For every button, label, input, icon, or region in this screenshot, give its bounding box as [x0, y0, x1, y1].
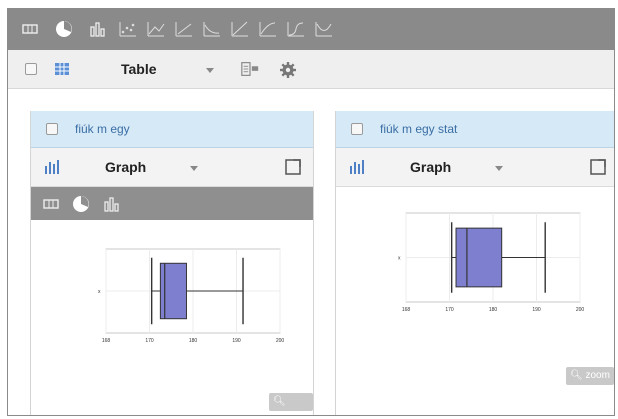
boxplot-svg: x 168 170 180 190 200 — [398, 212, 585, 313]
x-tick-label: 180 — [189, 338, 198, 344]
panel-header: fiúk m egy — [31, 111, 313, 148]
x-tick-label: 200 — [276, 338, 285, 344]
histogram-icon[interactable] — [202, 19, 222, 39]
panel-view-bar: Graph — [31, 148, 313, 187]
panel-checkbox[interactable] — [351, 123, 363, 135]
zoom-icon: 🔍︎ — [570, 370, 583, 381]
x-tick-label: 170 — [145, 338, 154, 344]
zoom-label: zoom — [585, 370, 610, 381]
table-view-icon[interactable] — [20, 19, 40, 39]
bar-chart-icon[interactable] — [102, 194, 122, 214]
x-tick-label: 190 — [532, 307, 541, 313]
chevron-down-icon[interactable] — [495, 166, 503, 171]
zoom-label: zoom — [273, 414, 297, 415]
boxplot-icon[interactable] — [174, 19, 194, 39]
trend-icon[interactable] — [258, 19, 278, 39]
boxplot-chart: x 168 170 180 190 200 — [86, 245, 286, 360]
panel-title: fiúk m egy — [75, 122, 130, 136]
graph-dropdown-label[interactable]: Graph — [105, 159, 146, 175]
x-tick-label: 168 — [402, 307, 411, 313]
y-tick-label: x — [398, 256, 401, 262]
panel-checkbox[interactable] — [46, 123, 58, 135]
chevron-down-icon[interactable] — [206, 68, 214, 73]
regression-icon[interactable] — [230, 19, 250, 39]
expand-icon[interactable] — [283, 157, 303, 177]
zoom-icon: 🔍︎ — [273, 396, 286, 407]
area-icon[interactable] — [286, 19, 306, 39]
app-frame: Table fiúk m egy Graph x 168 170 180 190… — [7, 8, 615, 416]
boxplot-svg: x 168 170 180 190 200 — [98, 248, 285, 344]
view-toolbar — [8, 9, 614, 50]
line-chart-icon[interactable] — [146, 19, 166, 39]
panel-header: fiúk m egy stat — [336, 111, 614, 148]
chart-type-toolbar — [31, 187, 313, 220]
zoom-button[interactable]: 🔍︎ zoom — [269, 393, 313, 415]
graph-dropdown-label[interactable]: Graph — [410, 159, 451, 175]
pie-chart-icon[interactable] — [54, 19, 74, 39]
bar-chart-icon[interactable] — [88, 19, 108, 39]
panel-title: fiúk m egy stat — [380, 122, 458, 136]
pie-chart-icon[interactable] — [71, 194, 91, 214]
function-icon[interactable] — [314, 19, 334, 39]
x-tick-label: 168 — [102, 338, 111, 344]
options-icon[interactable] — [240, 59, 260, 79]
y-tick-label: x — [98, 289, 101, 295]
graph-icon — [347, 157, 367, 177]
view-dropdown-label[interactable]: Table — [121, 61, 157, 77]
expand-icon[interactable] — [588, 157, 608, 177]
x-tick-label: 170 — [445, 307, 454, 313]
box — [455, 227, 503, 288]
panel-left: fiúk m egy Graph x 168 170 180 190 200 🔍… — [30, 111, 314, 415]
table-icon — [52, 59, 72, 79]
table-view-icon[interactable] — [41, 194, 61, 214]
x-tick-label: 190 — [232, 338, 241, 344]
x-tick-label: 200 — [576, 307, 585, 313]
x-tick-label: 180 — [489, 307, 498, 313]
scatter-plot-icon[interactable] — [118, 19, 138, 39]
select-checkbox[interactable] — [25, 63, 37, 75]
boxplot-chart: x 168 170 180 190 200 — [386, 209, 586, 329]
chevron-down-icon[interactable] — [190, 166, 198, 171]
graph-icon — [42, 157, 62, 177]
panel-view-bar: Graph — [336, 148, 614, 187]
view-selector-bar: Table — [8, 50, 614, 89]
panel-right: fiúk m egy stat Graph x 168 170 180 190 200 🔍… — [335, 111, 614, 415]
gear-icon[interactable] — [278, 60, 298, 80]
zoom-button[interactable]: 🔍︎ zoom — [566, 367, 614, 385]
